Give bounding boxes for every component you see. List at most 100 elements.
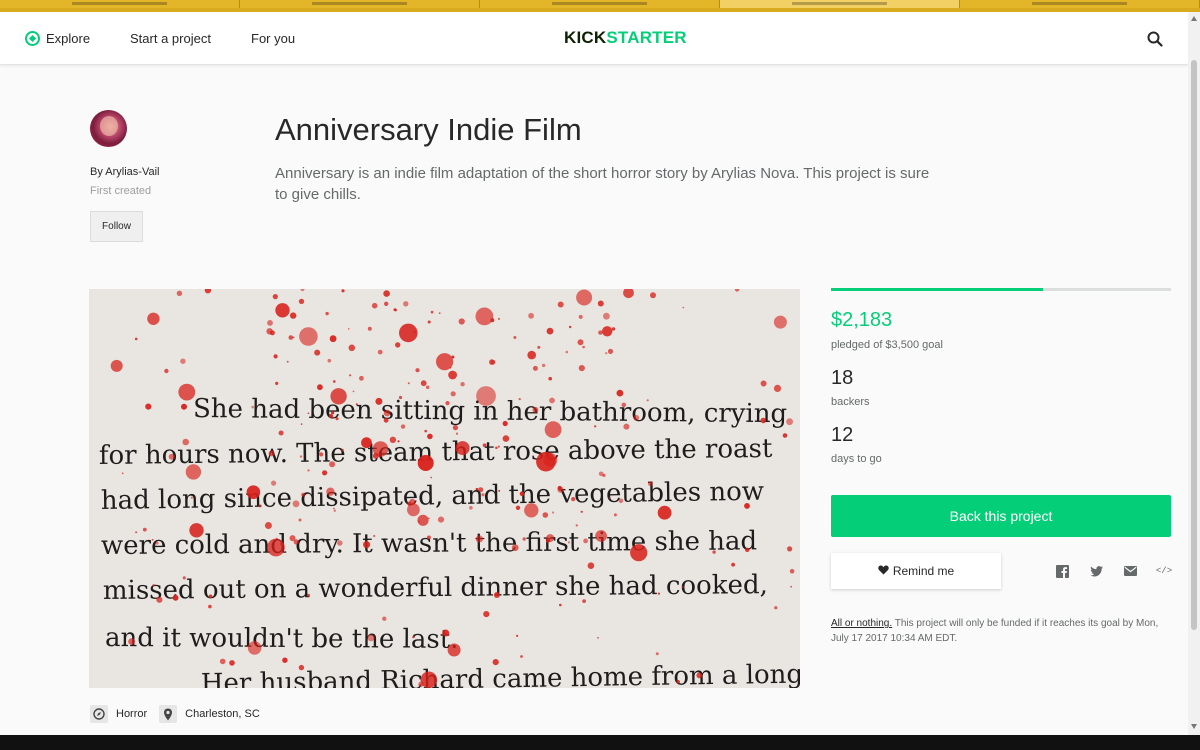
blood-drop bbox=[182, 576, 186, 580]
remind-me-button[interactable]: Remind me bbox=[831, 553, 1001, 589]
browser-tab-active[interactable] bbox=[720, 0, 960, 8]
blood-drop bbox=[734, 289, 740, 292]
blood-drop bbox=[657, 592, 661, 595]
blood-drop bbox=[182, 438, 189, 446]
creator-avatar-wrap[interactable] bbox=[90, 110, 127, 147]
blood-drop bbox=[495, 446, 498, 450]
search-icon[interactable] bbox=[1147, 31, 1163, 47]
blood-drop bbox=[445, 401, 450, 406]
blood-drop bbox=[475, 535, 483, 543]
blood-drop bbox=[482, 443, 487, 448]
browser-tab[interactable] bbox=[240, 0, 480, 8]
blood-drop bbox=[452, 425, 458, 431]
all-or-nothing-link[interactable]: All or nothing. bbox=[831, 618, 892, 629]
days-to-go-count: 12 bbox=[831, 424, 854, 446]
blood-drop bbox=[299, 327, 318, 346]
blood-drop bbox=[548, 376, 552, 381]
nav-start-project[interactable]: Start a project bbox=[130, 12, 211, 65]
blood-drop bbox=[483, 611, 490, 618]
blood-drop bbox=[371, 302, 378, 309]
blood-drop bbox=[611, 327, 616, 331]
blood-drop bbox=[745, 547, 750, 552]
blood-drop bbox=[384, 301, 389, 306]
days-to-go-label: days to go bbox=[831, 453, 882, 465]
blood-drop bbox=[568, 325, 572, 329]
blood-drop bbox=[528, 312, 534, 319]
blood-drop bbox=[607, 348, 614, 354]
story-line: and it wouldn't be the last. bbox=[105, 623, 459, 655]
blood-drop bbox=[395, 342, 401, 348]
blood-drop bbox=[597, 636, 599, 639]
blood-drop bbox=[271, 480, 277, 486]
nav-for-you[interactable]: For you bbox=[251, 12, 295, 65]
blood-drop bbox=[455, 441, 470, 456]
blood-drop bbox=[430, 310, 434, 314]
blood-drop bbox=[373, 534, 376, 538]
blood-drop bbox=[278, 430, 284, 436]
follow-button[interactable]: Follow bbox=[90, 211, 143, 242]
blood-drop bbox=[493, 592, 500, 598]
blood-drop bbox=[597, 300, 604, 307]
blood-drop bbox=[417, 455, 434, 471]
blood-drop bbox=[497, 445, 500, 448]
blood-drop bbox=[135, 531, 137, 534]
kickstarter-logo[interactable]: KICKSTARTER bbox=[564, 28, 687, 48]
blood-drop bbox=[782, 433, 788, 438]
blood-drop bbox=[787, 546, 793, 552]
nav-explore[interactable]: Explore bbox=[25, 12, 90, 65]
blood-drop bbox=[546, 327, 554, 335]
scroll-down-arrow-icon[interactable] bbox=[1191, 724, 1197, 729]
twitter-icon[interactable] bbox=[1089, 564, 1103, 578]
browser-tab[interactable] bbox=[480, 0, 720, 8]
browser-tab[interactable] bbox=[960, 0, 1200, 8]
blood-drop bbox=[331, 411, 335, 415]
blood-drop bbox=[789, 569, 795, 574]
category-tag[interactable]: Horror bbox=[90, 705, 147, 723]
blood-drop bbox=[415, 368, 420, 373]
blood-drop bbox=[110, 359, 123, 372]
blood-drop bbox=[578, 365, 585, 372]
avatar[interactable] bbox=[90, 110, 127, 147]
blood-drop bbox=[289, 535, 296, 542]
blood-drop bbox=[430, 476, 433, 479]
vertical-scrollbar[interactable] bbox=[1188, 12, 1200, 735]
blood-drop bbox=[760, 417, 767, 424]
facebook-icon[interactable] bbox=[1055, 564, 1069, 578]
blood-drop bbox=[583, 538, 588, 544]
blood-drop bbox=[578, 314, 583, 319]
browser-tab[interactable] bbox=[0, 0, 240, 8]
blood-drop bbox=[145, 403, 152, 410]
blood-drop bbox=[359, 375, 364, 381]
blood-drop bbox=[403, 301, 409, 307]
blood-drop bbox=[204, 289, 212, 294]
blood-drop bbox=[744, 503, 750, 509]
blood-drop bbox=[519, 491, 525, 496]
creator-name[interactable]: Arylias-Vail bbox=[105, 166, 159, 178]
scrollbar-thumb[interactable] bbox=[1191, 60, 1197, 630]
scroll-up-arrow-icon[interactable] bbox=[1191, 16, 1197, 21]
embed-icon[interactable]: </> bbox=[1156, 564, 1172, 578]
blood-drop bbox=[478, 487, 484, 493]
location-tag[interactable]: Charleston, SC bbox=[159, 705, 260, 723]
blood-drop bbox=[301, 492, 305, 497]
blood-drop bbox=[299, 455, 303, 458]
blood-drop bbox=[623, 423, 630, 430]
blood-drop bbox=[603, 312, 610, 320]
blood-drop bbox=[511, 544, 519, 552]
project-video[interactable]: She had been sitting in her bathroom, cr… bbox=[89, 289, 800, 688]
blood-drop bbox=[372, 452, 379, 459]
blood-drop bbox=[497, 317, 501, 320]
blood-drop bbox=[134, 337, 138, 341]
email-icon[interactable] bbox=[1123, 564, 1137, 578]
blood-drop bbox=[647, 481, 653, 487]
blood-drop bbox=[541, 363, 546, 368]
browser-tab-strip bbox=[0, 0, 1200, 12]
blood-drop bbox=[522, 537, 526, 541]
back-this-project-button[interactable]: Back this project bbox=[831, 495, 1171, 537]
blood-drop bbox=[633, 414, 640, 421]
blood-drop bbox=[696, 672, 703, 679]
blood-drop bbox=[128, 638, 135, 645]
blood-drop bbox=[300, 423, 303, 425]
blood-drop bbox=[172, 594, 179, 601]
blood-drop bbox=[327, 358, 332, 363]
